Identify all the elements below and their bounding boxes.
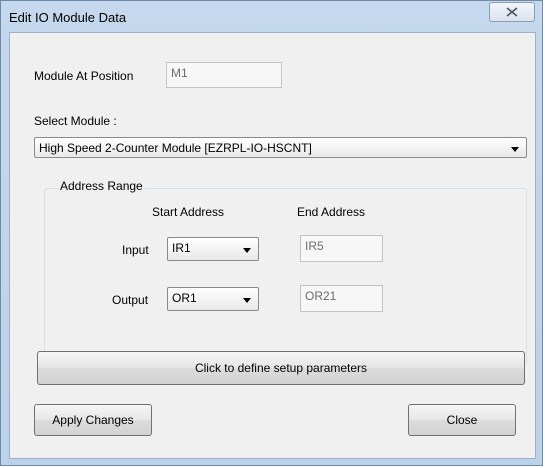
- chevron-down-icon: [243, 298, 251, 303]
- dialog-window: Edit IO Module Data Module At Position M…: [0, 0, 543, 466]
- input-start-value: IR1: [172, 241, 191, 255]
- address-range-group: [44, 188, 527, 364]
- output-start-value: OR1: [172, 291, 197, 305]
- module-position-field: M1: [166, 62, 282, 88]
- select-module-dropdown[interactable]: High Speed 2-Counter Module [EZRPL-IO-HS…: [34, 137, 527, 158]
- address-range-title: Address Range: [58, 179, 145, 193]
- close-button[interactable]: Close: [408, 404, 516, 436]
- close-x-icon: [506, 7, 518, 17]
- chevron-down-icon: [511, 147, 519, 152]
- dialog-body: Module At Position M1 Select Module : Hi…: [9, 32, 536, 459]
- input-end-field: IR5: [300, 235, 383, 262]
- window-title: Edit IO Module Data: [9, 10, 127, 25]
- input-start-dropdown[interactable]: IR1: [167, 237, 259, 261]
- start-address-header: Start Address: [152, 205, 225, 219]
- select-module-value: High Speed 2-Counter Module [EZRPL-IO-HS…: [39, 141, 312, 155]
- select-module-label: Select Module :: [34, 114, 117, 128]
- output-start-dropdown[interactable]: OR1: [167, 287, 259, 311]
- title-bar: Edit IO Module Data: [1, 1, 542, 35]
- output-end-field: OR21: [300, 285, 383, 312]
- window-close-button[interactable]: [489, 2, 535, 22]
- input-label: Input: [122, 243, 149, 257]
- output-label: Output: [112, 293, 149, 307]
- end-address-header: End Address: [297, 205, 366, 219]
- chevron-down-icon: [243, 248, 251, 253]
- apply-changes-button[interactable]: Apply Changes: [34, 404, 152, 436]
- define-setup-parameters-button[interactable]: Click to define setup parameters: [37, 351, 525, 385]
- module-position-label: Module At Position: [34, 69, 134, 83]
